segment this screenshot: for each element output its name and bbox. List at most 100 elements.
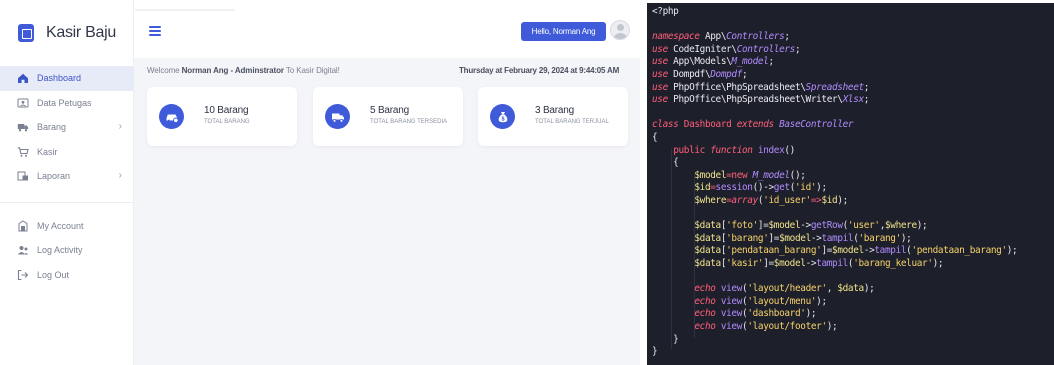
code-token: 'kasir' xyxy=(726,258,764,269)
code-token: $data xyxy=(837,283,864,295)
code-token: class xyxy=(652,119,679,131)
current-datetime: Thursday at February 29, 2024 at 9:44:05… xyxy=(459,66,620,75)
code-token: ()-> xyxy=(752,182,775,194)
code-token: view xyxy=(720,321,743,332)
code-token: view xyxy=(720,295,743,307)
code-line: namespace App\Controllers; xyxy=(652,31,790,44)
car-icon xyxy=(159,104,184,129)
code-token: Spreadsheet xyxy=(805,81,865,93)
code-token: ); xyxy=(916,220,928,232)
code-line: use CodeIgniter\Controllers; xyxy=(652,43,801,57)
code-token: Controllers xyxy=(736,43,796,55)
app-window: Kasir Baju Dashboard Data Petugas Barang… xyxy=(0,0,640,365)
cart-icon xyxy=(16,146,29,158)
sidebar-item-laporan[interactable]: Laporan › xyxy=(0,164,134,189)
truck-icon xyxy=(16,121,29,133)
brand[interactable]: Kasir Baju xyxy=(18,22,116,44)
stat-value: 3 Barang xyxy=(535,105,574,116)
sidebar-item-data-petugas[interactable]: Data Petugas xyxy=(0,91,134,116)
code-token: new xyxy=(731,169,748,181)
code-token: Xlsx xyxy=(842,94,865,106)
user-menu-button[interactable]: Hello, Norman Ang xyxy=(521,22,606,41)
money-bag-icon: $ xyxy=(490,104,515,129)
code-line: echo view('layout/header', $data); xyxy=(652,283,874,296)
code-token: 'pendataan_barang' xyxy=(726,245,822,257)
stat-value: 10 Barang xyxy=(204,105,249,116)
avatar[interactable] xyxy=(610,20,630,40)
code-token: tampil xyxy=(816,258,848,269)
code-token: namespace xyxy=(652,31,700,43)
brand-logo-icon xyxy=(18,24,34,42)
code-token: function xyxy=(710,144,753,156)
code-line: { xyxy=(652,157,679,170)
code-token: ]= xyxy=(763,258,774,269)
code-token: tampil xyxy=(821,232,854,244)
code-token: view xyxy=(720,308,743,320)
sidebar-item-label: Dashboard xyxy=(37,73,82,84)
code-token: $data xyxy=(694,232,721,244)
code-token: ); xyxy=(837,195,848,206)
code-line: $id=session()->get('id'); xyxy=(652,182,827,195)
code-token: get xyxy=(773,182,790,194)
stat-card-total-barang[interactable]: 10 Barang TOTAL BARANG xyxy=(147,87,297,146)
code-editor-panel: <?php namespace App\Controllers; use CodeI… xyxy=(647,3,1054,365)
code-token: use xyxy=(652,81,668,93)
code-token: ; xyxy=(742,69,748,80)
sidebar-item-label: Barang xyxy=(37,122,67,133)
sidebar-item-label: Kasir xyxy=(37,146,58,157)
code-token: ; xyxy=(794,43,801,55)
sidebar-item-my-account[interactable]: My Account xyxy=(0,214,134,239)
code-token: 'barang' xyxy=(726,232,769,244)
code-token: 'user' xyxy=(847,220,880,232)
code-token: 'id' xyxy=(794,182,817,194)
code-token: , xyxy=(826,283,838,295)
code-token: session xyxy=(715,182,753,194)
welcome-text: Welcome Norman Ang - Adminstrator To Kas… xyxy=(147,66,340,75)
svg-text:$: $ xyxy=(501,116,504,122)
code-token: 'layout/menu' xyxy=(747,295,817,307)
code-line: echo view('layout/footer'); xyxy=(652,321,837,334)
sidebar-item-barang[interactable]: Barang › xyxy=(0,115,134,140)
menu-icon[interactable] xyxy=(149,26,161,36)
stat-value: 5 Barang xyxy=(370,105,409,116)
code-token: ); xyxy=(805,308,817,320)
sidebar-item-dashboard[interactable]: Dashboard xyxy=(0,66,134,91)
code-token: Dashboard xyxy=(678,119,737,131)
code-token: BaseController xyxy=(773,119,854,131)
code-token: 'layout/footer' xyxy=(747,321,827,332)
code-token: -> xyxy=(810,232,822,244)
code-token: -> xyxy=(863,245,875,257)
code-line: { xyxy=(652,132,658,145)
code-token: } xyxy=(652,333,679,345)
sidebar-item-kasir[interactable]: Kasir xyxy=(0,140,134,165)
sidebar-item-label: My Account xyxy=(37,220,84,231)
code-token: index xyxy=(752,144,785,156)
code-token: ); xyxy=(1006,245,1018,257)
sidebar-item-log-activity[interactable]: Log Activity xyxy=(0,238,134,263)
sidebar-item-label: Log Activity xyxy=(37,245,83,256)
stat-card-barang-tersedia[interactable]: 5 Barang TOTAL BARANG TERSEDIA xyxy=(313,87,463,146)
code-token: use xyxy=(652,69,668,80)
code-token: -> xyxy=(800,220,811,232)
code-token: $data xyxy=(694,220,721,232)
code-token: ; xyxy=(863,81,870,93)
code-line: use App\Models\M_model; xyxy=(652,56,774,69)
welcome-user-name: Norman Ang - Adminstrator xyxy=(181,66,284,75)
code-token: () xyxy=(784,144,795,156)
code-token: M_model xyxy=(731,56,769,68)
code-token: { xyxy=(652,132,658,143)
code-token: PhpOffice\PhpSpreadsheet\Writer\ xyxy=(667,94,843,106)
code-token: ]= xyxy=(821,245,833,257)
code-token: <?php xyxy=(652,6,679,17)
code-token: 'barang' xyxy=(858,232,902,244)
code-token: echo xyxy=(694,321,716,332)
sidebar: Kasir Baju Dashboard Data Petugas Barang… xyxy=(0,0,134,365)
sidebar-item-log-out[interactable]: Log Out xyxy=(0,263,134,288)
stat-card-barang-terjual[interactable]: $ 3 Barang TOTAL BARANG TERJUAL xyxy=(478,87,628,146)
